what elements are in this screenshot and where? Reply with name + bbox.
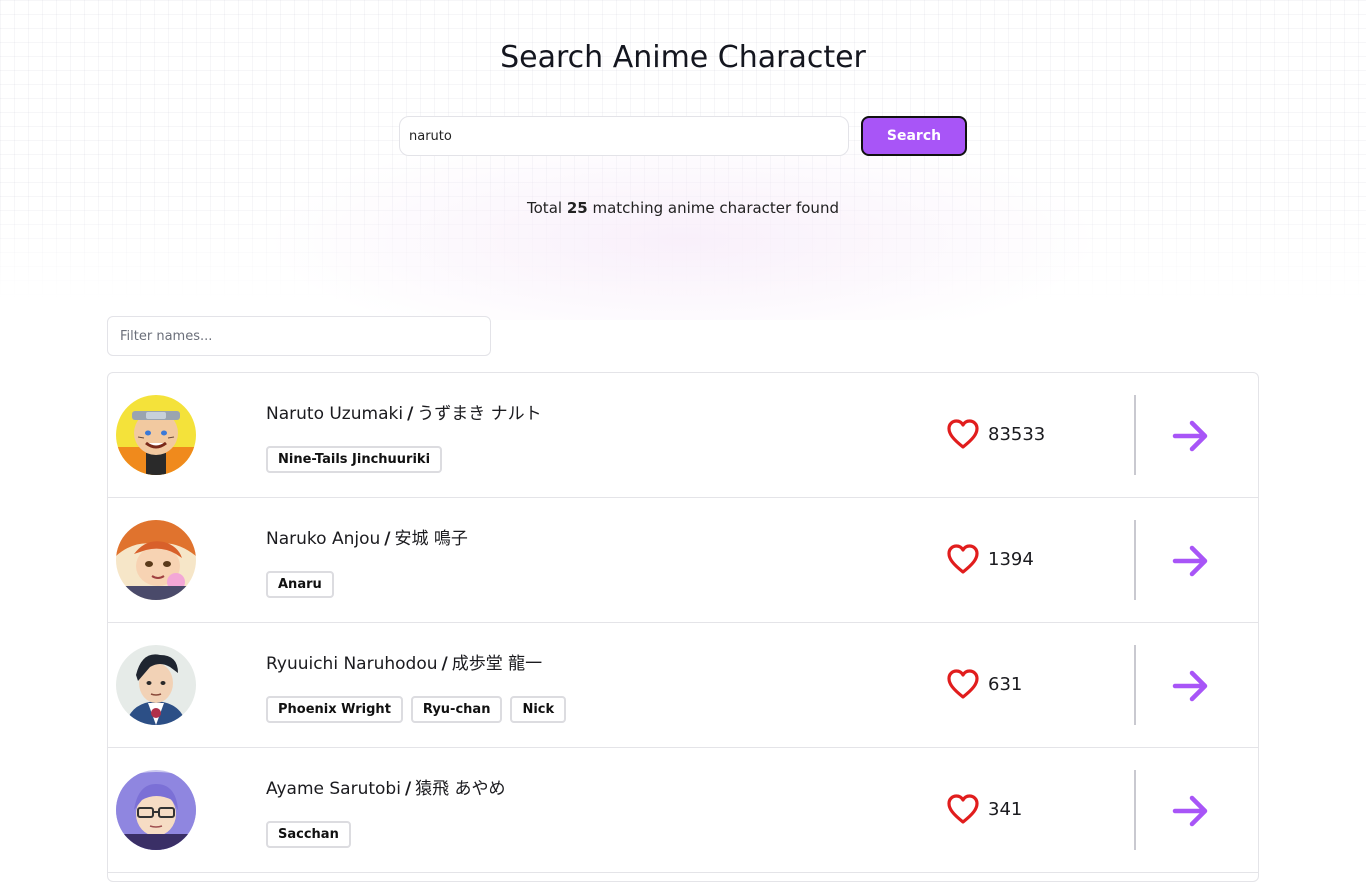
nickname-tag[interactable]: Nine-Tails Jinchuuriki bbox=[266, 446, 443, 473]
nickname-tags: Anaru bbox=[266, 571, 334, 598]
nickname-tags: Phoenix Wright Ryu-chan Nick bbox=[266, 696, 567, 723]
open-character-button[interactable] bbox=[1168, 538, 1214, 584]
character-name: Naruto Uzumaki / うずまき ナルト bbox=[266, 399, 542, 424]
heart-icon bbox=[947, 794, 979, 824]
nickname-tag[interactable]: Ryu-chan bbox=[410, 696, 503, 723]
character-row: Ayame Sarutobi / 猿飛 あやめ Sacchan 341 bbox=[108, 748, 1258, 873]
character-name-kanji: 成歩堂 龍一 bbox=[451, 654, 543, 674]
character-name-romaji: Naruto Uzumaki bbox=[266, 404, 404, 424]
favorites: 1394 bbox=[946, 543, 1034, 575]
nickname-tag[interactable]: Anaru bbox=[266, 571, 334, 598]
favorites-count: 631 bbox=[988, 673, 1023, 695]
character-name: Ayame Sarutobi / 猿飛 あやめ bbox=[266, 774, 506, 799]
open-character-button[interactable] bbox=[1168, 663, 1214, 709]
character-name-kanji: 安城 鳴子 bbox=[394, 529, 468, 549]
favorites: 83533 bbox=[946, 418, 1045, 450]
search-input[interactable] bbox=[399, 116, 849, 156]
character-row: Ryuuichi Naruhodou / 成歩堂 龍一 Phoenix Wright… bbox=[108, 623, 1258, 748]
character-row: Naruto Uzumaki / うずまき ナルト Nine-Tails Jinch… bbox=[108, 373, 1258, 498]
character-name-romaji: Ryuuichi Naruhodou bbox=[266, 654, 438, 674]
heart-icon bbox=[947, 669, 979, 699]
character-name-romaji: Ayame Sarutobi bbox=[266, 779, 401, 799]
naruto-avatar bbox=[116, 395, 196, 475]
favorites-count: 341 bbox=[988, 798, 1023, 820]
arrow-right-icon bbox=[1172, 670, 1208, 702]
row-divider bbox=[1134, 395, 1136, 475]
arrow-right-icon bbox=[1172, 545, 1208, 577]
naruko-avatar bbox=[116, 520, 196, 600]
arrow-right-icon bbox=[1172, 795, 1208, 827]
character-name-kanji: うずまき ナルト bbox=[417, 404, 542, 424]
nickname-tags: Sacchan bbox=[266, 821, 351, 848]
favorites: 341 bbox=[946, 793, 1022, 825]
favorites-count: 83533 bbox=[988, 423, 1046, 445]
heart-icon bbox=[947, 419, 979, 449]
row-divider bbox=[1134, 645, 1136, 725]
search-button[interactable]: Search bbox=[861, 116, 967, 156]
page-title: Search Anime Character bbox=[500, 40, 866, 75]
result-count-prefix: Total bbox=[527, 199, 563, 217]
name-separator: / bbox=[441, 654, 448, 674]
character-name: Ryuuichi Naruhodou / 成歩堂 龍一 bbox=[266, 649, 542, 674]
heart-icon bbox=[947, 544, 979, 574]
nickname-tag[interactable]: Sacchan bbox=[266, 821, 351, 848]
character-row: Naruko Anjou / 安城 鳴子 Anaru 1394 bbox=[108, 498, 1258, 623]
nickname-tag[interactable]: Phoenix Wright bbox=[266, 696, 403, 723]
row-divider bbox=[1134, 520, 1136, 600]
row-divider bbox=[1134, 770, 1136, 850]
result-count: Total 25 matching anime character found bbox=[0, 199, 1366, 217]
character-list: Naruto Uzumaki / うずまき ナルト Nine-Tails Jinch… bbox=[107, 372, 1259, 882]
character-name-kanji: 猿飛 あやめ bbox=[415, 779, 506, 799]
ayame-avatar bbox=[116, 770, 196, 850]
nickname-tags: Nine-Tails Jinchuuriki bbox=[266, 446, 443, 473]
nickname-tag[interactable]: Nick bbox=[510, 696, 567, 723]
result-count-number: 25 bbox=[566, 199, 588, 217]
name-separator: / bbox=[404, 779, 412, 799]
favorites: 631 bbox=[946, 668, 1022, 700]
open-character-button[interactable] bbox=[1168, 413, 1214, 459]
favorites-count: 1394 bbox=[988, 548, 1034, 570]
name-separator: / bbox=[384, 529, 391, 549]
name-separator: / bbox=[407, 404, 414, 424]
arrow-right-icon bbox=[1172, 420, 1208, 452]
result-count-suffix: matching anime character found bbox=[592, 199, 839, 217]
ryuuichi-avatar bbox=[116, 645, 196, 725]
character-name-romaji: Naruko Anjou bbox=[266, 529, 381, 549]
character-name: Naruko Anjou / 安城 鳴子 bbox=[266, 524, 468, 549]
filter-names-input[interactable] bbox=[107, 316, 491, 356]
open-character-button[interactable] bbox=[1168, 788, 1214, 834]
